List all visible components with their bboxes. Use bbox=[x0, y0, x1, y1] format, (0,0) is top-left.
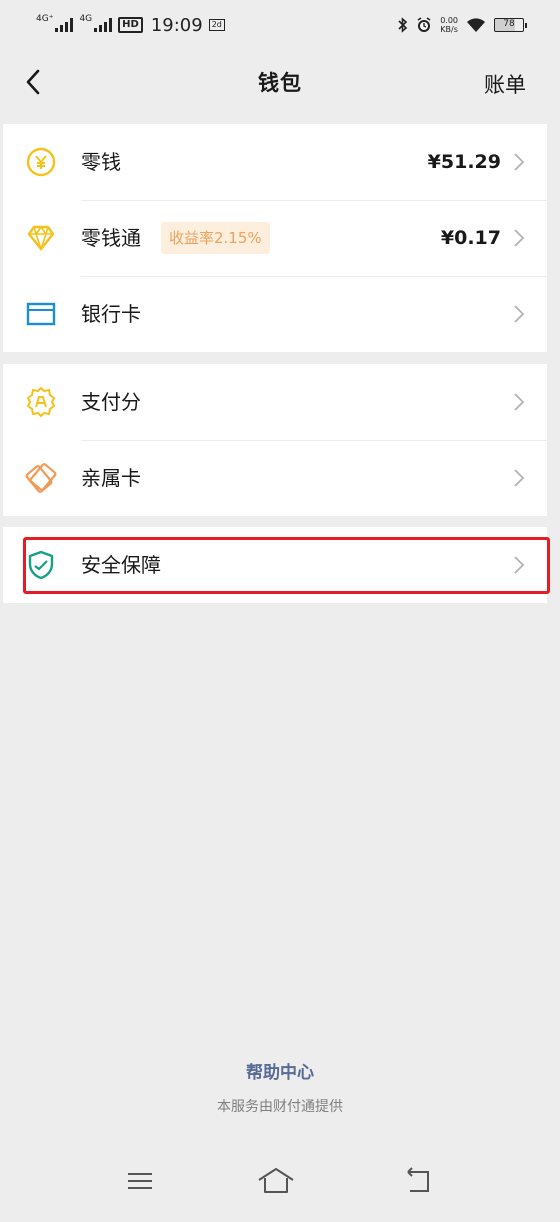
page-title: 钱包 bbox=[258, 71, 302, 95]
card-icon bbox=[26, 302, 56, 326]
alarm-icon bbox=[417, 17, 431, 32]
chevron-right-icon bbox=[514, 469, 525, 487]
change-label: 零钱 bbox=[81, 150, 121, 174]
status-time: 19:09 bbox=[150, 14, 203, 36]
pay-score-label: 支付分 bbox=[81, 390, 141, 414]
bank-card-row[interactable]: 银行卡 bbox=[3, 276, 547, 352]
service-provider-text: 本服务由财付通提供 bbox=[217, 1099, 343, 1115]
wallet-group: 零钱 ¥51.29 零钱通 收益率2.15% ¥0.17 银行卡 bbox=[3, 124, 547, 352]
bank-card-label: 银行卡 bbox=[81, 302, 141, 326]
system-nav-bar bbox=[0, 1150, 560, 1210]
coin-icon bbox=[26, 147, 56, 177]
family-card-row[interactable]: 亲属卡 bbox=[3, 440, 547, 516]
change-pass-row[interactable]: 零钱通 收益率2.15% ¥0.17 bbox=[3, 200, 547, 276]
network-speed: 0.00 KB/s bbox=[440, 16, 458, 34]
chevron-right-icon bbox=[514, 153, 525, 171]
speed-value: 0.00 bbox=[440, 16, 458, 25]
wifi-icon bbox=[467, 17, 485, 32]
signal-icon-2 bbox=[94, 18, 113, 32]
network-type-1: 4G⁺ bbox=[36, 13, 54, 24]
battery-icon: 78 bbox=[494, 18, 527, 32]
help-center-link[interactable]: 帮助中心 bbox=[0, 1058, 560, 1083]
change-row[interactable]: 零钱 ¥51.29 bbox=[3, 124, 547, 200]
chevron-right-icon bbox=[514, 229, 525, 247]
pay-score-icon bbox=[26, 386, 56, 418]
pay-score-row[interactable]: 支付分 bbox=[3, 364, 547, 440]
home-icon[interactable] bbox=[256, 1164, 296, 1198]
shield-icon bbox=[28, 550, 54, 580]
change-pass-balance: ¥0.17 bbox=[440, 227, 501, 249]
menu-icon[interactable] bbox=[120, 1164, 160, 1198]
network-type-2: 4G bbox=[79, 13, 93, 24]
nav-bar: 钱包 账单 bbox=[0, 50, 560, 114]
status-bar: 4G⁺ 4G HD 19:09 2d 0.00 KB/s 78 bbox=[0, 0, 560, 50]
notification-badge: 2d bbox=[208, 19, 225, 31]
chevron-right-icon bbox=[514, 556, 525, 574]
services-group: 支付分 亲属卡 bbox=[3, 364, 547, 516]
status-right: 0.00 KB/s 78 bbox=[398, 16, 527, 34]
speed-unit: KB/s bbox=[440, 25, 458, 34]
signal-icon-1 bbox=[55, 18, 74, 32]
family-card-icon bbox=[25, 463, 57, 493]
back-arrow-icon[interactable] bbox=[22, 68, 44, 96]
bill-button[interactable]: 账单 bbox=[484, 69, 526, 99]
security-row[interactable]: 安全保障 bbox=[3, 527, 547, 603]
change-pass-label: 零钱通 bbox=[81, 226, 141, 250]
bluetooth-icon bbox=[398, 17, 408, 33]
status-left: 4G⁺ 4G HD 19:09 2d bbox=[36, 13, 225, 36]
change-balance: ¥51.29 bbox=[427, 151, 501, 173]
chevron-right-icon bbox=[514, 305, 525, 323]
security-group: 安全保障 bbox=[3, 527, 550, 603]
hd-icon: HD bbox=[118, 17, 143, 33]
family-card-label: 亲属卡 bbox=[81, 466, 141, 490]
security-label: 安全保障 bbox=[81, 553, 161, 577]
yield-rate-badge: 收益率2.15% bbox=[161, 222, 270, 254]
chevron-right-icon bbox=[514, 393, 525, 411]
back-icon[interactable] bbox=[398, 1164, 438, 1198]
diamond-icon bbox=[27, 225, 55, 252]
